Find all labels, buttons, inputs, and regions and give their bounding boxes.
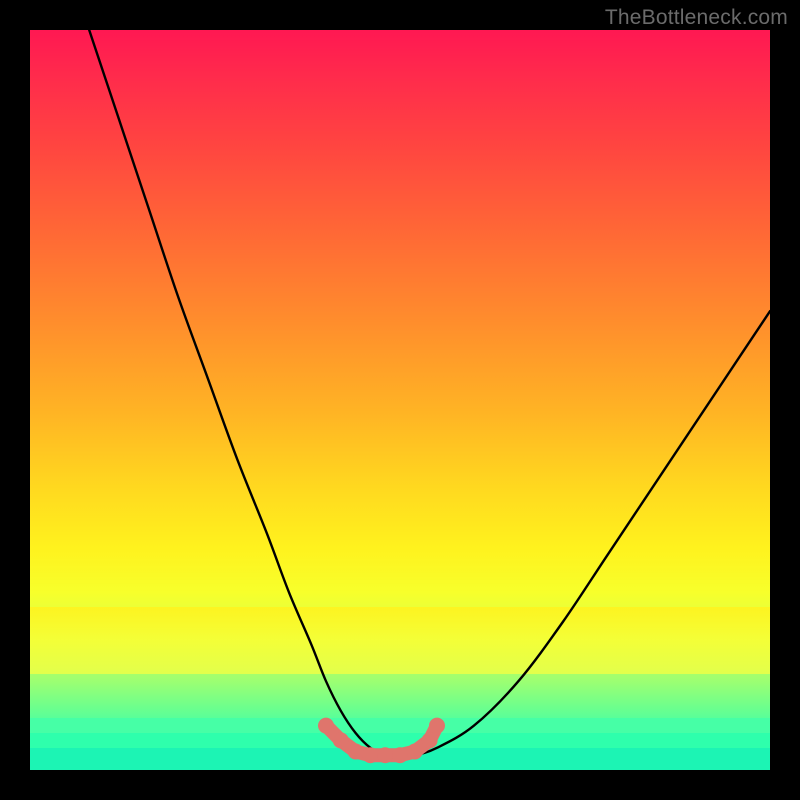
chart-stage: TheBottleneck.com <box>0 0 800 800</box>
marker-dot <box>407 744 423 760</box>
bottom-marker-dots <box>318 718 445 764</box>
bottleneck-curve <box>89 30 770 756</box>
marker-dot <box>429 718 445 734</box>
marker-dot <box>348 744 364 760</box>
marker-dot <box>362 747 378 763</box>
plot-area <box>30 30 770 770</box>
marker-dot <box>392 747 408 763</box>
watermark-text: TheBottleneck.com <box>605 6 788 30</box>
marker-dot <box>333 732 349 748</box>
marker-dot <box>377 747 393 763</box>
marker-dot <box>318 718 334 734</box>
marker-dot <box>422 732 438 748</box>
curve-layer <box>30 30 770 770</box>
